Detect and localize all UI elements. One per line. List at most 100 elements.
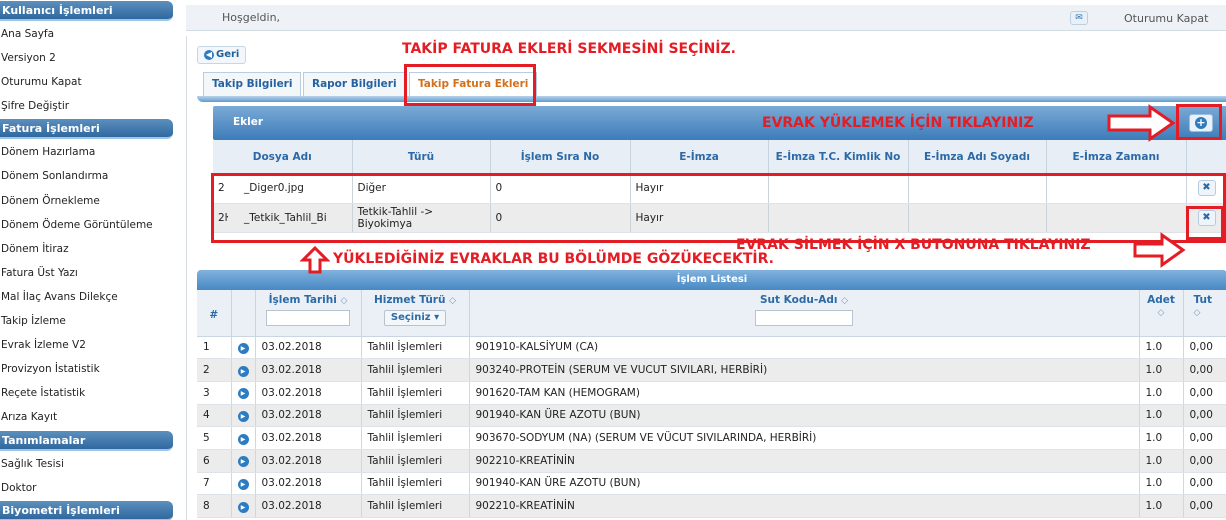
play-icon[interactable]: ▶ xyxy=(237,456,249,468)
sidebar-item-doctor[interactable]: Doktor xyxy=(0,476,176,500)
sidebar-section-definitions[interactable]: Tanımlamalar xyxy=(0,430,173,451)
sidebar-section-invoice[interactable]: Fatura İşlemleri xyxy=(0,119,173,140)
sort-icon[interactable]: ◇ xyxy=(340,296,347,306)
app-window: Kullanıcı İşlemleri Ana Sayfa Versiyon 2… xyxy=(0,0,1226,520)
row-date: 03.02.2018 xyxy=(255,426,362,450)
back-button[interactable]: ◀ Geri xyxy=(197,46,247,64)
row-date: 03.02.2018 xyxy=(255,472,362,496)
sidebar-item-period-prepare[interactable]: Dönem Hazırlama xyxy=(0,140,176,164)
process-row[interactable]: 6 ▶ 03.02.2018 Tahlil İşlemleri 902210-KREAT… xyxy=(197,449,1226,473)
row-quantity: 1.0 xyxy=(1139,494,1184,518)
row-expand: ▶ xyxy=(231,449,256,473)
process-row[interactable]: 4 ▶ 03.02.2018 Tahlil İşlemleri 901940-KAN Ü… xyxy=(197,404,1226,428)
col-quantity-label: Adet xyxy=(1147,294,1175,306)
row-number: 2 xyxy=(197,358,232,382)
row-quantity: 1.0 xyxy=(1139,336,1184,360)
sidebar-section-user[interactable]: Kullanıcı İşlemleri xyxy=(0,1,173,21)
col-row-number: # xyxy=(197,290,232,337)
row-number: 7 xyxy=(197,472,232,496)
process-row[interactable]: 8 ▶ 03.02.2018 Tahlil İşlemleri 902210-KREAT… xyxy=(197,494,1226,518)
col-file-name[interactable]: Dosya Adı xyxy=(213,140,353,174)
row-service: Tahlil İşlemleri xyxy=(361,449,470,473)
sut-code-filter-input[interactable] xyxy=(755,310,853,326)
sidebar-item-tracking[interactable]: Takip İzleme xyxy=(0,309,176,333)
process-list-table: # İşlem Tarihi ◇ Hizmet Türü ◇ Seçiniz ▾ … xyxy=(197,290,1226,518)
date-filter-input[interactable] xyxy=(266,310,350,326)
sidebar-item-document-tracking[interactable]: Evrak İzleme V2 xyxy=(0,333,176,357)
sidebar-item-period-sample[interactable]: Dönem Örnekleme xyxy=(0,189,176,213)
row-quantity: 1.0 xyxy=(1139,449,1184,473)
sidebar-section-biometry[interactable]: Biyometri İşlemleri xyxy=(0,500,173,520)
chevron-down-icon: ▾ xyxy=(434,312,440,323)
sidebar-item-period-objection[interactable]: Dönem İtiraz xyxy=(0,237,176,261)
sidebar-item-invoice-cover[interactable]: Fatura Üst Yazı xyxy=(0,261,176,285)
annotation-upload-arrow xyxy=(1107,104,1176,142)
row-total: 0,00 xyxy=(1183,381,1226,405)
row-sut-code: 901620-TAM KAN (HEMOGRAM) xyxy=(469,381,1140,405)
play-icon[interactable]: ▶ xyxy=(237,410,249,422)
annotation-add-highlight xyxy=(1176,104,1222,140)
col-actions xyxy=(1186,140,1226,174)
sidebar-item-version2[interactable]: Versiyon 2 xyxy=(0,46,176,70)
sort-icon[interactable]: ◇ xyxy=(449,296,456,306)
play-icon[interactable]: ▶ xyxy=(237,478,249,490)
welcome-text: Hoşgeldin, xyxy=(222,11,281,24)
row-total: 0,00 xyxy=(1183,358,1226,382)
sidebar-item-home[interactable]: Ana Sayfa xyxy=(0,22,176,46)
row-total: 0,00 xyxy=(1183,426,1226,450)
sort-icon[interactable]: ◇ xyxy=(1194,308,1201,318)
sidebar-item-fault-record[interactable]: Arıza Kayıt xyxy=(0,405,176,429)
play-icon[interactable]: ▶ xyxy=(237,342,249,354)
play-icon[interactable]: ▶ xyxy=(237,365,249,377)
sidebar-item-provision-stats[interactable]: Provizyon İstatistik xyxy=(0,357,176,381)
process-row[interactable]: 2 ▶ 03.02.2018 Tahlil İşlemleri 903240-PROTE… xyxy=(197,358,1226,382)
back-arrow-icon: ◀ xyxy=(204,50,214,60)
play-icon[interactable]: ▶ xyxy=(237,433,249,445)
row-number: 5 xyxy=(197,426,232,450)
sidebar-item-period-finish[interactable]: Dönem Sonlandırma xyxy=(0,164,176,188)
row-expand: ▶ xyxy=(231,494,256,518)
sort-icon[interactable]: ◇ xyxy=(1158,308,1165,318)
row-number: 6 xyxy=(197,449,232,473)
col-total[interactable]: Tut ◇ xyxy=(1183,290,1226,337)
col-esign-time[interactable]: E-İmza Zamanı xyxy=(1046,140,1187,174)
annotation-delete: EVRAK SİLMEK İÇİN X BUTONUNA TIKLAYINIZ xyxy=(736,237,1091,253)
col-seq-no[interactable]: İşlem Sıra No xyxy=(490,140,631,174)
col-service-type-label: Hizmet Türü xyxy=(373,294,446,306)
col-sut-code-label: Sut Kodu-Adı xyxy=(759,294,838,306)
sidebar-item-drug-advance[interactable]: Mal İlaç Avans Dilekçe xyxy=(0,285,176,309)
tab-tracking-info[interactable]: Takip Bilgileri xyxy=(203,72,302,96)
row-expand: ▶ xyxy=(231,336,256,360)
row-sut-code: 902210-KREATİNİN xyxy=(469,494,1140,518)
col-process-date[interactable]: İşlem Tarihi ◇ xyxy=(255,290,362,337)
process-row[interactable]: 7 ▶ 03.02.2018 Tahlil İşlemleri 901940-KAN Ü… xyxy=(197,472,1226,496)
tab-report-info[interactable]: Rapor Bilgileri xyxy=(303,72,406,96)
sidebar-item-period-payment[interactable]: Dönem Ödeme Görüntüleme xyxy=(0,213,176,237)
sidebar: Kullanıcı İşlemleri Ana Sayfa Versiyon 2… xyxy=(0,0,176,520)
sidebar-item-logout[interactable]: Oturumu Kapat xyxy=(0,70,176,94)
col-service-type[interactable]: Hizmet Türü ◇ Seçiniz ▾ xyxy=(361,290,470,337)
process-row[interactable]: 3 ▶ 03.02.2018 Tahlil İşlemleri 901620-TAM K… xyxy=(197,381,1226,405)
service-type-select[interactable]: Seçiniz ▾ xyxy=(383,310,447,326)
back-button-label: Geri xyxy=(216,49,240,60)
process-row[interactable]: 1 ▶ 03.02.2018 Tahlil İşlemleri 901910-KALSİ… xyxy=(197,336,1226,360)
play-icon[interactable]: ▶ xyxy=(237,501,249,513)
play-icon[interactable]: ▶ xyxy=(237,388,249,400)
sidebar-item-change-password[interactable]: Şifre Değiştir xyxy=(0,94,176,118)
row-sut-code: 902210-KREATİNİN xyxy=(469,449,1140,473)
col-type[interactable]: Türü xyxy=(352,140,491,174)
col-esign-tc[interactable]: E-İmza T.C. Kimlik No xyxy=(768,140,909,174)
col-process-date-label: İşlem Tarihi xyxy=(268,294,337,306)
logout-link[interactable]: Oturumu Kapat xyxy=(1124,12,1208,25)
mail-icon[interactable]: ✉ xyxy=(1070,11,1088,25)
sidebar-item-prescription-stats[interactable]: Reçete İstatistik xyxy=(0,381,176,405)
row-total: 0,00 xyxy=(1183,404,1226,428)
sidebar-item-health-facility[interactable]: Sağlık Tesisi xyxy=(0,452,176,476)
col-esign[interactable]: E-İmza xyxy=(630,140,769,174)
col-sut-code[interactable]: Sut Kodu-Adı ◇ xyxy=(469,290,1140,337)
row-service: Tahlil İşlemleri xyxy=(361,404,470,428)
process-row[interactable]: 5 ▶ 03.02.2018 Tahlil İşlemleri 903670-SODYU… xyxy=(197,426,1226,450)
sort-icon[interactable]: ◇ xyxy=(841,296,848,306)
col-quantity[interactable]: Adet ◇ xyxy=(1139,290,1184,337)
col-esign-name[interactable]: E-İmza Adı Soyadı xyxy=(908,140,1047,174)
